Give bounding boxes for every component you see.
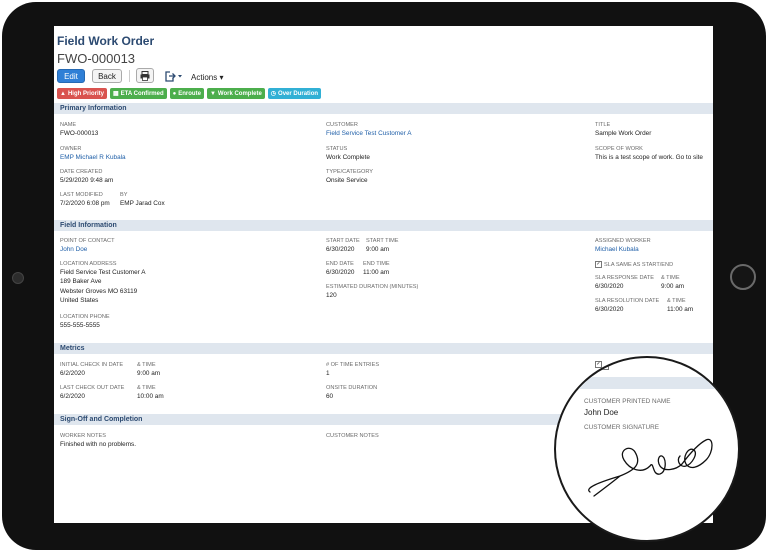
- page-title: Field Work Order: [57, 34, 155, 48]
- field-date-created: DATE CREATED 5/29/2020 9:48 am: [60, 169, 114, 185]
- toolbar-divider: [129, 70, 130, 82]
- actions-menu[interactable]: Actions ▾: [191, 73, 223, 82]
- actions-label: Actions: [191, 73, 218, 82]
- signature-magnifier: ✓ CUSTOMER PRINTED NAME John Doe CUSTOME…: [554, 356, 740, 542]
- field-initial-check-in: INITIAL CHECK IN DATE & TIME 6/2/2020 9:00…: [60, 362, 161, 378]
- section-field-information: Field Information: [54, 220, 713, 231]
- navigation-menu-button[interactable]: [164, 70, 184, 83]
- zoom-checkbox: ✓: [600, 361, 609, 370]
- field-location-phone: LOCATION PHONE 555-555-5555: [60, 314, 110, 330]
- field-estimated-duration: ESTIMATED DURATION (MINUTES) 120: [326, 284, 419, 300]
- map-pin-icon: ●: [172, 90, 177, 97]
- field-status: STATUS Work Complete: [326, 146, 370, 162]
- sla-same-checkbox[interactable]: ✓: [595, 260, 602, 268]
- section-metrics: Metrics: [54, 343, 713, 354]
- field-customer-notes: CUSTOMER NOTES: [326, 433, 379, 439]
- field-last-check-out: LAST CHECK OUT DATE & TIME 6/2/2020 10:00 …: [60, 385, 164, 401]
- customer-link[interactable]: Field Service Test Customer A: [326, 129, 411, 138]
- printed-name-label: CUSTOMER PRINTED NAME: [584, 398, 671, 405]
- field-last-modified: LAST MODIFIED BY 7/2/2020 6:08 pm EMP Jara…: [60, 192, 165, 208]
- printed-name: John Doe: [584, 408, 619, 417]
- field-worker-notes: WORKER NOTES Finished with no problems.: [60, 433, 137, 449]
- customer-signature: [588, 438, 713, 497]
- field-type-category: TYPE/CATEGORY Onsite Service: [326, 169, 374, 185]
- back-button[interactable]: Back: [92, 69, 122, 83]
- page-header: Field Work Order FWO-000013: [57, 34, 154, 66]
- field-onsite-duration: ONSITE DURATION 60: [326, 385, 378, 401]
- contact-link[interactable]: John Doe: [60, 245, 115, 254]
- warning-icon: ▲: [60, 90, 66, 97]
- chevron-down-icon: ▾: [219, 73, 224, 82]
- field-time-entries: # OF TIME ENTRIES 1: [326, 362, 380, 378]
- badge-eta-confirmed: ▦ ETA Confirmed: [109, 88, 167, 99]
- assigned-worker-link[interactable]: Michael Kubala: [595, 245, 651, 254]
- clock-icon: ◷: [270, 91, 277, 97]
- print-button[interactable]: [136, 68, 154, 83]
- home-button[interactable]: [730, 264, 756, 290]
- badge-enroute: ● Enroute: [169, 88, 204, 99]
- field-sla-response: SLA RESPONSE DATE & TIME 6/30/2020 9:00 am: [595, 275, 685, 291]
- owner-link[interactable]: EMP Michael R Kubala: [60, 153, 126, 162]
- calendar-icon: ▦: [112, 91, 119, 97]
- field-point-of-contact: POINT OF CONTACT John Doe: [60, 238, 115, 254]
- printer-icon: [140, 70, 150, 81]
- badge-high-priority: ▲ High Priority: [57, 88, 107, 99]
- camera: [12, 272, 24, 284]
- badge-over-duration: ◷ Over Duration: [267, 88, 322, 99]
- field-location-address: LOCATION ADDRESS Field Service Test Cust…: [60, 261, 146, 304]
- field-title: TITLE Sample Work Order: [595, 122, 652, 138]
- edit-button[interactable]: Edit: [57, 69, 85, 83]
- field-owner: OWNER EMP Michael R Kubala: [60, 146, 126, 162]
- navigate-icon: [165, 71, 182, 82]
- field-name: NAME FWO-000013: [60, 122, 99, 138]
- field-sla-same: ✓ SLA SAME AS START/END: [595, 260, 674, 268]
- field-start: START DATE START TIME 6/30/2020 9:00 am: [326, 238, 399, 254]
- field-customer: CUSTOMER Field Service Test Customer A: [326, 122, 412, 138]
- field-end: END DATE END TIME 6/30/2020 11:00 am: [326, 261, 390, 277]
- field-sla-resolution: SLA RESOLUTION DATE & TIME 6/30/2020 11:00…: [595, 298, 694, 314]
- field-assigned-worker: ASSIGNED WORKER Michael Kubala: [595, 238, 651, 254]
- record-id: FWO-000013: [57, 51, 136, 66]
- section-primary-information: Primary Information: [54, 103, 713, 114]
- trophy-icon: ▼: [209, 90, 216, 97]
- field-scope-of-work: SCOPE OF WORK This is a test scope of wo…: [595, 146, 703, 162]
- badge-work-complete: ▼ Work Complete: [206, 88, 265, 99]
- status-badges: ▲ High Priority ▦ ETA Confirmed ● Enroute ▼…: [57, 88, 322, 99]
- zoom-section-band: [556, 377, 738, 389]
